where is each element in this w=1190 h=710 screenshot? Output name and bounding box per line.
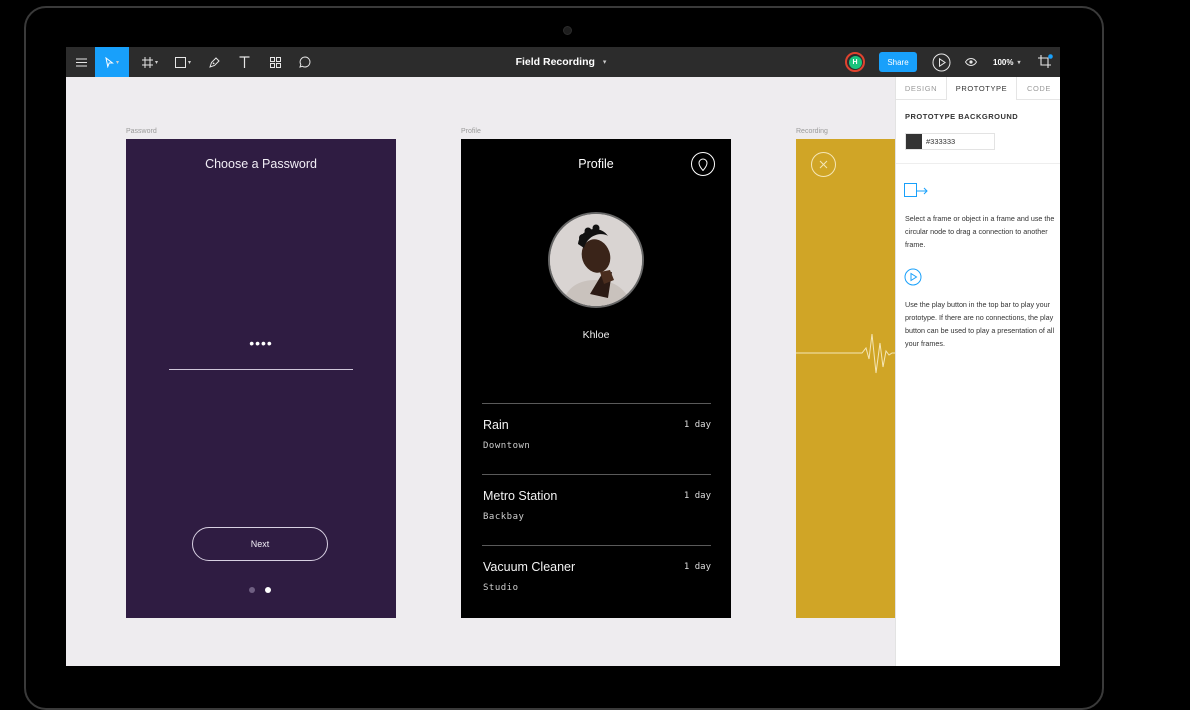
pen-tool-button[interactable] — [204, 47, 224, 77]
frame-password[interactable]: Choose a Password •••• Next — [126, 139, 396, 618]
move-tool-button[interactable]: ▾ — [95, 47, 129, 77]
share-button[interactable]: Share — [879, 52, 917, 72]
camera-dot — [563, 26, 572, 35]
page-dot — [249, 587, 255, 593]
recordings-list: Rain Downtown 1 day Metro Station Backba… — [482, 403, 711, 616]
frame-tool-button[interactable]: ▾ — [137, 47, 163, 77]
comment-button[interactable] — [295, 47, 315, 77]
divider — [896, 163, 1060, 164]
recording-time: 1 day — [683, 420, 711, 430]
frame-recording[interactable] — [796, 139, 895, 618]
text-tool-icon — [239, 56, 249, 68]
next-button[interactable]: Next — [192, 527, 328, 561]
recording-name: Metro Station — [483, 489, 558, 503]
location-button[interactable] — [691, 152, 715, 176]
frame-profile[interactable]: Profile Khloe Rain Downtown 1 day Metro … — [461, 139, 731, 618]
panel-tabs: DESIGN PROTOTYPE CODE — [896, 77, 1060, 100]
page-indicator — [249, 587, 271, 593]
recording-location: Backbay — [483, 512, 525, 522]
background-color-field[interactable]: #333333 — [905, 133, 995, 150]
list-item[interactable]: Metro Station Backbay 1 day — [482, 474, 711, 545]
location-pin-icon — [698, 158, 708, 171]
figma-window: ▾ ▾ ▾ Field Recording ▾ H Share 100% ▾ P… — [66, 47, 1060, 666]
color-swatch[interactable] — [906, 134, 922, 149]
chevron-down-icon: ▾ — [115, 59, 119, 66]
properties-panel: DESIGN PROTOTYPE CODE PROTOTYPE BACKGROU… — [895, 77, 1060, 666]
help-text-connections: Select a frame or object in a frame and … — [905, 214, 1055, 249]
components-icon — [269, 56, 281, 68]
recording-time: 1 day — [683, 562, 711, 572]
profile-name: Khloe — [582, 329, 610, 341]
components-button[interactable] — [265, 47, 285, 77]
tab-design[interactable]: DESIGN — [896, 77, 946, 99]
recording-time: 1 day — [683, 491, 711, 501]
file-title[interactable]: Field Recording ▾ — [486, 47, 636, 77]
close-button[interactable] — [811, 152, 836, 177]
recording-name: Rain — [483, 418, 509, 432]
shape-tool-button[interactable]: ▾ — [170, 47, 196, 77]
close-icon — [819, 160, 828, 169]
background-hex[interactable]: #333333 — [926, 137, 955, 146]
tab-prototype[interactable]: PROTOTYPE — [946, 77, 1017, 100]
password-field-value[interactable]: •••• — [126, 335, 396, 351]
frame-label-profile[interactable]: Profile — [461, 128, 481, 135]
shape-tool-icon — [174, 56, 186, 68]
menu-icon[interactable] — [70, 47, 92, 77]
profile-photo — [548, 212, 644, 308]
page-dot-active — [265, 587, 271, 593]
chevron-down-icon: ▾ — [602, 59, 607, 66]
canvas[interactable]: Password Profile Recording Choose a Pass… — [66, 77, 895, 666]
frame-tool-icon — [141, 56, 153, 68]
password-title: Choose a Password — [205, 157, 317, 171]
prototype-background-title: PROTOTYPE BACKGROUND — [905, 112, 1019, 121]
pen-tool-icon — [208, 56, 220, 68]
crop-icon — [1038, 54, 1053, 68]
connection-icon — [904, 183, 928, 197]
frame-label-recording[interactable]: Recording — [796, 128, 828, 135]
password-underline — [169, 369, 353, 370]
help-text-play: Use the play button in the top bar to pl… — [905, 300, 1055, 348]
tab-code[interactable]: CODE — [1017, 77, 1060, 99]
waveform — [796, 333, 895, 374]
frame-label-password[interactable]: Password — [126, 128, 157, 135]
toolbar: ▾ ▾ ▾ Field Recording ▾ H Share 100% ▾ — [66, 47, 1060, 77]
comment-icon — [299, 56, 311, 68]
zoom-control[interactable]: 100% ▾ — [993, 47, 1020, 77]
zoom-value: 100% — [993, 57, 1014, 67]
list-item[interactable]: Rain Downtown 1 day — [482, 403, 711, 474]
text-tool-button[interactable] — [234, 47, 254, 77]
chevron-down-icon: ▾ — [1017, 59, 1021, 66]
view-button[interactable] — [961, 47, 981, 77]
crop-button[interactable] — [1034, 47, 1056, 77]
list-item[interactable]: Vacuum Cleaner Studio 1 day — [482, 545, 711, 616]
avatar-initial: H — [848, 55, 862, 69]
chevron-down-icon: ▾ — [187, 59, 191, 66]
user-avatar[interactable]: H — [845, 52, 865, 72]
recording-location: Studio — [483, 583, 519, 593]
play-icon — [904, 268, 922, 286]
recording-location: Downtown — [483, 441, 531, 451]
chevron-down-icon: ▾ — [154, 59, 158, 66]
move-tool-icon — [105, 56, 114, 68]
present-button[interactable] — [930, 47, 952, 77]
recording-name: Vacuum Cleaner — [483, 560, 576, 574]
eye-icon — [965, 58, 977, 66]
play-icon — [932, 53, 950, 71]
file-title-text: Field Recording — [515, 56, 595, 68]
